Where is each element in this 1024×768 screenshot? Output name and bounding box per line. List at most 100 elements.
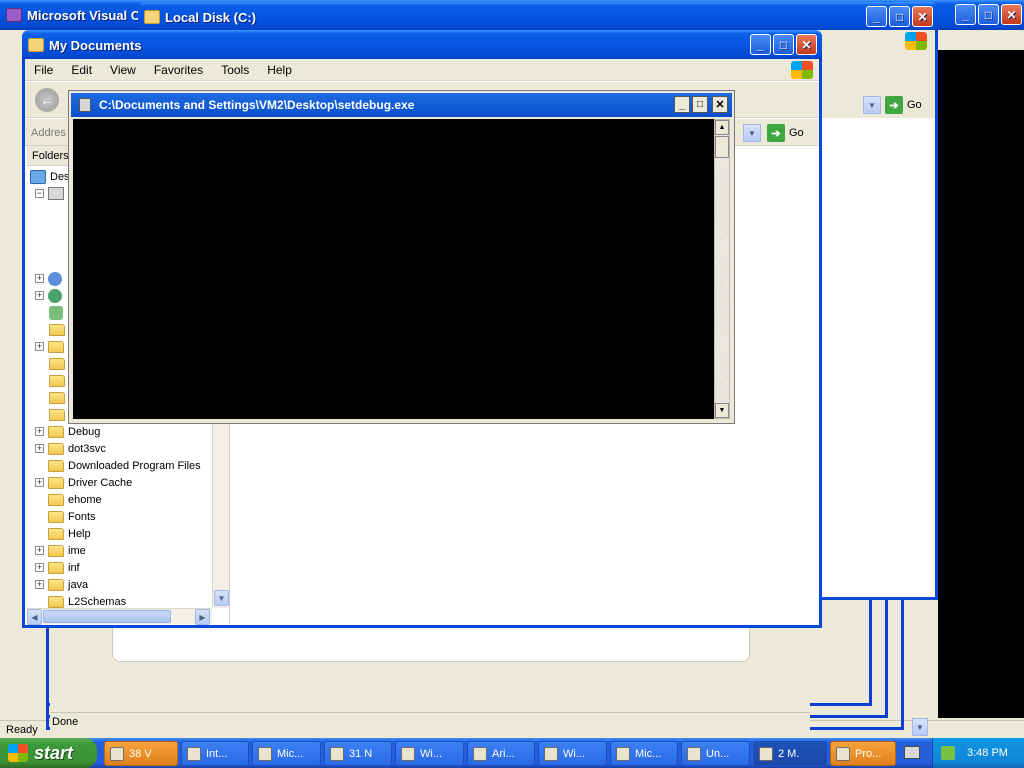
tree-item-hidden[interactable]: + xyxy=(35,270,62,287)
go-arrow-icon: ➔ xyxy=(767,124,785,142)
tree-item-inf[interactable]: + inf xyxy=(35,559,80,576)
system-tray: 3:48 PM xyxy=(932,738,1024,768)
tree-item-hidden[interactable] xyxy=(49,406,69,423)
tree-item-hidden[interactable]: + xyxy=(35,338,68,355)
taskbar-button-console-group[interactable]: 2 M. xyxy=(753,741,827,766)
address-label: Addres xyxy=(31,127,66,139)
folder-icon xyxy=(48,510,64,523)
folder-icon xyxy=(48,476,64,489)
network-tray-icon[interactable] xyxy=(941,746,955,760)
tree-item-debug[interactable]: + Debug xyxy=(35,423,100,440)
taskbar-button-microsoft[interactable]: Mic... xyxy=(252,741,321,766)
expand-toggle[interactable]: + xyxy=(35,478,44,487)
console-output-area[interactable] xyxy=(73,119,714,419)
tree-item-downloaded-program-files[interactable]: Downloaded Program Files xyxy=(48,457,201,474)
my-documents-title: My Documents xyxy=(49,37,142,53)
expand-toggle[interactable]: + xyxy=(35,546,44,555)
local-disk-go-button[interactable]: ➔ Go xyxy=(885,96,922,114)
horizontal-scroll-thumb[interactable] xyxy=(43,610,171,623)
menu-help[interactable]: Help xyxy=(258,63,301,77)
taskbar-button-internet[interactable]: Int... xyxy=(181,741,249,766)
tree-item-desktop[interactable]: Des xyxy=(30,168,70,185)
start-button[interactable]: start xyxy=(0,738,97,768)
local-disk-close-button[interactable]: ✕ xyxy=(912,6,933,27)
taskbar-button-folders[interactable]: 38 V xyxy=(104,741,178,766)
my-documents-minimize-button[interactable]: _ xyxy=(750,34,771,55)
scroll-right-arrow[interactable]: ▶ xyxy=(195,609,210,625)
taskbar-button-visual-studio[interactable]: Mic... xyxy=(610,741,678,766)
console-scroll-down-arrow[interactable]: ▼ xyxy=(715,403,729,418)
folder-icon xyxy=(48,340,64,353)
console-close-button[interactable]: ✕ xyxy=(712,96,728,113)
process-icon xyxy=(836,746,850,761)
console-maximize-button[interactable]: □ xyxy=(692,96,708,113)
vs-maximize-button[interactable]: □ xyxy=(978,4,999,25)
back-arrow-icon[interactable]: ← xyxy=(35,88,59,112)
tree-item-hidden[interactable] xyxy=(49,355,69,372)
expand-toggle[interactable]: + xyxy=(35,274,44,283)
local-disk-address-dropdown[interactable]: ▼ xyxy=(863,96,881,114)
console-scroll-up-arrow[interactable]: ▲ xyxy=(715,120,729,135)
my-documents-title-bar[interactable]: My Documents _ □ ✕ xyxy=(22,30,822,60)
clock[interactable]: 3:48 PM xyxy=(967,747,1008,759)
tree-item-java[interactable]: + java xyxy=(35,576,88,593)
taskbar-button-windbg[interactable]: Wi... xyxy=(395,741,464,766)
my-documents-folder-icon xyxy=(28,38,44,52)
taskbar-button-window[interactable]: Wi... xyxy=(538,741,607,766)
menu-tools[interactable]: Tools xyxy=(212,63,258,77)
folders-horizontal-scrollbar[interactable]: ◀ ▶ xyxy=(27,608,212,625)
menu-view[interactable]: View xyxy=(101,63,145,77)
taskbar-button-untitled[interactable]: Un... xyxy=(681,741,750,766)
menu-favorites[interactable]: Favorites xyxy=(145,63,212,77)
tree-item-ime[interactable]: + ime xyxy=(35,542,86,559)
vs-scroll-down-arrow[interactable]: ▼ xyxy=(912,718,928,736)
tree-item-ehome[interactable]: ehome xyxy=(48,491,102,508)
scroll-down-arrow[interactable]: ▼ xyxy=(214,590,229,606)
local-disk-maximize-button[interactable]: □ xyxy=(889,6,910,27)
tree-item-fonts[interactable]: Fonts xyxy=(48,508,96,525)
visual-studio-icon xyxy=(616,746,630,761)
tree-item-hidden[interactable] xyxy=(49,321,69,338)
network-icon xyxy=(48,271,62,286)
tree-item-hidden[interactable] xyxy=(49,304,63,321)
taskbar-button-arial[interactable]: Ari... xyxy=(467,741,535,766)
my-documents-close-button[interactable]: ✕ xyxy=(796,34,817,55)
local-disk-title-bar[interactable]: Local Disk (C:) _ □ ✕ xyxy=(138,2,938,32)
address-go-button[interactable]: ➔ Go xyxy=(767,124,804,142)
taskbar-button-process[interactable]: Pro... xyxy=(830,741,896,766)
tree-item-my-computer[interactable]: − xyxy=(35,185,64,202)
expand-toggle[interactable]: + xyxy=(35,427,44,436)
taskbar-button-notepad-group[interactable]: 31 N xyxy=(324,741,392,766)
address-dropdown[interactable]: ▼ xyxy=(743,124,761,142)
desktop-icon xyxy=(30,169,46,184)
vs-close-button[interactable]: ✕ xyxy=(1001,4,1022,25)
expand-toggle[interactable]: + xyxy=(35,342,44,351)
tree-item-driver-cache[interactable]: + Driver Cache xyxy=(35,474,132,491)
console-scroll-thumb[interactable] xyxy=(715,136,729,158)
window-icon xyxy=(544,746,558,761)
scroll-left-arrow[interactable]: ◀ xyxy=(27,609,42,625)
expand-toggle[interactable]: + xyxy=(35,580,44,589)
tree-item-dot3svc[interactable]: + dot3svc xyxy=(35,440,106,457)
console-title-bar[interactable]: C:\Documents and Settings\VM2\Desktop\se… xyxy=(71,93,732,117)
console-vertical-scrollbar[interactable]: ▲ ▼ xyxy=(714,119,730,419)
tree-item-hidden[interactable]: + xyxy=(35,287,62,304)
tree-item-hidden[interactable] xyxy=(49,389,69,406)
collapse-toggle[interactable]: − xyxy=(35,189,44,198)
expand-toggle[interactable]: + xyxy=(35,563,44,572)
vs-title: Microsoft Visual C xyxy=(27,7,141,23)
folder-icon xyxy=(48,595,64,608)
keyboard-icon[interactable] xyxy=(904,746,920,759)
expand-toggle[interactable]: + xyxy=(35,444,44,453)
menu-edit[interactable]: Edit xyxy=(62,63,101,77)
tree-item-help[interactable]: Help xyxy=(48,525,91,542)
expand-toggle[interactable]: + xyxy=(35,291,44,300)
my-documents-maximize-button[interactable]: □ xyxy=(773,34,794,55)
local-disk-minimize-button[interactable]: _ xyxy=(866,6,887,27)
vs-minimize-button[interactable]: _ xyxy=(955,4,976,25)
menu-file[interactable]: File xyxy=(25,63,62,77)
console-app-icon xyxy=(79,98,91,112)
tree-item-hidden[interactable] xyxy=(49,372,69,389)
console-minimize-button[interactable]: _ xyxy=(674,96,690,113)
folders-label: Folders xyxy=(32,150,69,162)
